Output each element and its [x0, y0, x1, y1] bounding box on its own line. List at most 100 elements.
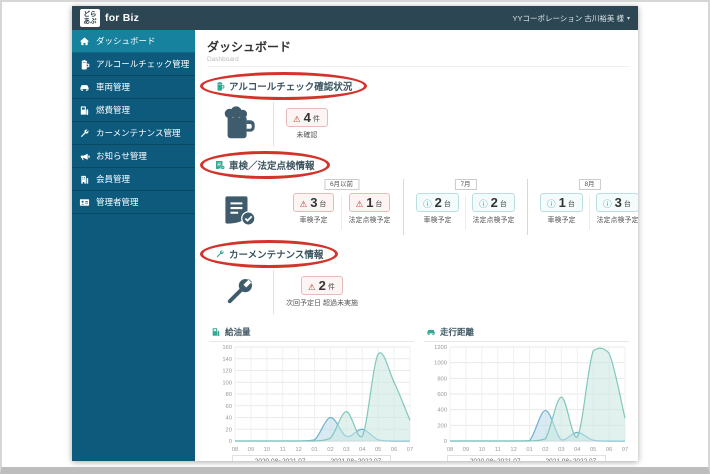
- car-icon: [426, 327, 436, 337]
- stat-caption: 車検予定: [547, 217, 576, 224]
- page-title: ダッシュボード: [207, 40, 292, 54]
- sidebar-item-fuel[interactable]: 燃費管理: [72, 99, 195, 122]
- svg-text:140: 140: [222, 357, 232, 363]
- svg-text:0: 0: [229, 439, 232, 445]
- inspection-group-0: 6月以前 ⚠ 3 台 車検予定 ⚠ 1 台 法定点検予定: [283, 179, 400, 230]
- chart-plot: 0 20 40 60 80 100 120 140 160 08 09 10 11 12 01 02 03 04 0…: [222, 345, 413, 453]
- inspection-stat: ⚠ 1 台 法定点検予定: [342, 193, 397, 225]
- divider: [273, 270, 274, 314]
- sidebar-item-label: ダッシュボード: [96, 36, 156, 46]
- user-menu[interactable]: YYコーポレーション 古川裕美 様 ▾: [512, 13, 630, 24]
- topbar: どら あぷ for Biz YYコーポレーション 古川裕美 様 ▾: [72, 6, 638, 30]
- chart-legend: 2020.08~2021.07 2021.08~2022.07: [424, 455, 629, 461]
- chart-legend: 2020.08~2021.07 2021.08~2022.07: [209, 455, 414, 461]
- svg-text:10: 10: [264, 447, 270, 453]
- sidebar-item-label: アルコールチェック管理: [96, 59, 190, 69]
- svg-text:05: 05: [375, 447, 381, 453]
- stat-caption: 法定点検予定: [596, 217, 639, 224]
- svg-text:400: 400: [437, 408, 447, 414]
- maintenance-section-heading-row: カーメンテナンス情報: [199, 240, 630, 268]
- alcohol-stat-row: ⚠ 4 件 未確認: [217, 102, 630, 146]
- chart-fuel-volume: 給油量 0 20 40 60 80 100 120 140 160 08 09 10 11 12 01 02 0…: [209, 326, 414, 461]
- inspection-groups: 6月以前 ⚠ 3 台 車検予定 ⚠ 1 台 法定点検予定 7月 ⓘ 2 台 車検…: [283, 179, 638, 235]
- svg-text:01: 01: [526, 447, 532, 453]
- alcohol-section-heading: アルコールチェック確認状況: [199, 72, 368, 100]
- svg-text:600: 600: [437, 392, 447, 398]
- chart-header: 給油量: [209, 326, 414, 342]
- inspection-group-1: 7月 ⓘ 2 台 車検予定 ⓘ 2 台 法定点検予定: [407, 179, 524, 230]
- alcohol-warning-badge: ⚠ 4 件: [286, 108, 328, 127]
- legend-label: 2021.08~2022.07: [331, 458, 382, 461]
- app-body: ダッシュボードアルコールチェック管理車両管理 燃費管理 カーメンテナンス管理 お知らせ…: [72, 30, 638, 461]
- info-badge: ⓘ 2 台: [472, 193, 515, 212]
- warning-icon: ⚠: [355, 199, 364, 209]
- chart-title: 走行距離: [440, 327, 475, 337]
- maintenance-stat-row: ⚠ 2 件 次回予定日 超過未実施: [217, 270, 630, 314]
- warning-badge: ⚠ 3 台: [292, 193, 335, 212]
- divider: [403, 179, 404, 235]
- divider: [527, 179, 528, 235]
- svg-text:08: 08: [447, 447, 453, 453]
- legend-item: 2021.08~2022.07: [532, 458, 596, 461]
- sidebar-item-notices[interactable]: お知らせ管理: [72, 145, 195, 168]
- admin-icon: [79, 197, 90, 208]
- sidebar-item-car-maintenance[interactable]: カーメンテナンス管理: [72, 122, 195, 145]
- svg-text:160: 160: [222, 345, 232, 351]
- user-label: YYコーポレーション 古川裕美 様: [512, 13, 624, 23]
- svg-text:02: 02: [327, 447, 333, 453]
- wrench-icon: [215, 249, 225, 259]
- sidebar-item-admins[interactable]: 管理者管理: [72, 191, 195, 214]
- svg-text:04: 04: [359, 447, 366, 453]
- legend-box: 2020.08~2021.07 2021.08~2022.07: [446, 455, 607, 461]
- announcement-icon: [79, 151, 90, 162]
- legend-label: 2020.08~2021.07: [255, 458, 306, 461]
- stat-count: 1: [558, 195, 566, 210]
- month-label: 6月以前: [323, 179, 360, 190]
- clipboard-check-big-icon: [217, 193, 261, 227]
- svg-text:09: 09: [463, 447, 469, 453]
- maintenance-heading-label: カーメンテナンス情報: [229, 250, 324, 261]
- sidebar-item-dashboard[interactable]: ダッシュボード: [72, 30, 195, 53]
- stat-unit: 台: [499, 201, 507, 208]
- inspection-stat: ⓘ 3 台 法定点検予定: [590, 193, 638, 225]
- app-logo[interactable]: どら あぷ for Biz: [80, 9, 139, 27]
- svg-text:200: 200: [437, 423, 447, 429]
- svg-text:09: 09: [248, 447, 254, 453]
- svg-text:800: 800: [437, 376, 447, 382]
- logo-mark: どら あぷ: [80, 9, 100, 27]
- stat-count: 3: [614, 195, 622, 210]
- maintenance-section-heading: カーメンテナンス情報: [199, 240, 339, 268]
- sidebar: ダッシュボードアルコールチェック管理車両管理 燃費管理 カーメンテナンス管理 お知らせ…: [72, 30, 195, 461]
- inspection-stat: ⓘ 1 台 車検予定: [534, 193, 589, 225]
- alcohol-count: 4: [303, 110, 311, 125]
- alcohol-unit: 件: [312, 116, 320, 123]
- legend-swatch: [241, 460, 252, 461]
- svg-text:07: 07: [622, 447, 628, 453]
- caret-down-icon: ▾: [626, 15, 630, 22]
- warning-icon: ⚠: [299, 199, 308, 209]
- maintenance-stat: ⚠ 2 件 次回予定日 超過未実施: [286, 276, 358, 308]
- inspection-section-heading-row: 車検／法定点検情報: [200, 151, 630, 179]
- brand-text: for Biz: [105, 12, 140, 24]
- legend-item: 2020.08~2021.07: [241, 458, 306, 461]
- info-badge: ⓘ 3 台: [596, 193, 638, 212]
- alcohol-heading-label: アルコールチェック確認状況: [229, 82, 353, 93]
- svg-text:40: 40: [226, 416, 232, 422]
- legend-box: 2020.08~2021.07 2021.08~2022.07: [231, 455, 392, 461]
- sidebar-item-alcohol-check[interactable]: アルコールチェック管理: [72, 53, 195, 76]
- inspection-stat: ⓘ 2 台 車検予定: [410, 193, 465, 225]
- stat-count: 2: [490, 195, 498, 210]
- sidebar-item-vehicles[interactable]: 車両管理: [72, 76, 195, 99]
- sidebar-item-label: 会員管理: [96, 174, 131, 184]
- info-icon: ⓘ: [547, 199, 556, 209]
- inspection-section-heading: 車検／法定点検情報: [200, 151, 329, 179]
- divider: [273, 102, 274, 146]
- svg-text:12: 12: [510, 447, 516, 453]
- stat-count: 2: [434, 195, 442, 210]
- svg-text:06: 06: [391, 447, 397, 453]
- alcohol-stat: ⚠ 4 件 未確認: [286, 108, 328, 140]
- info-badge: ⓘ 2 台: [416, 193, 459, 212]
- sidebar-item-members[interactable]: 会員管理: [72, 168, 195, 191]
- month-label: 8月: [578, 179, 601, 190]
- inspection-stat: ⓘ 2 台 法定点検予定: [466, 193, 521, 225]
